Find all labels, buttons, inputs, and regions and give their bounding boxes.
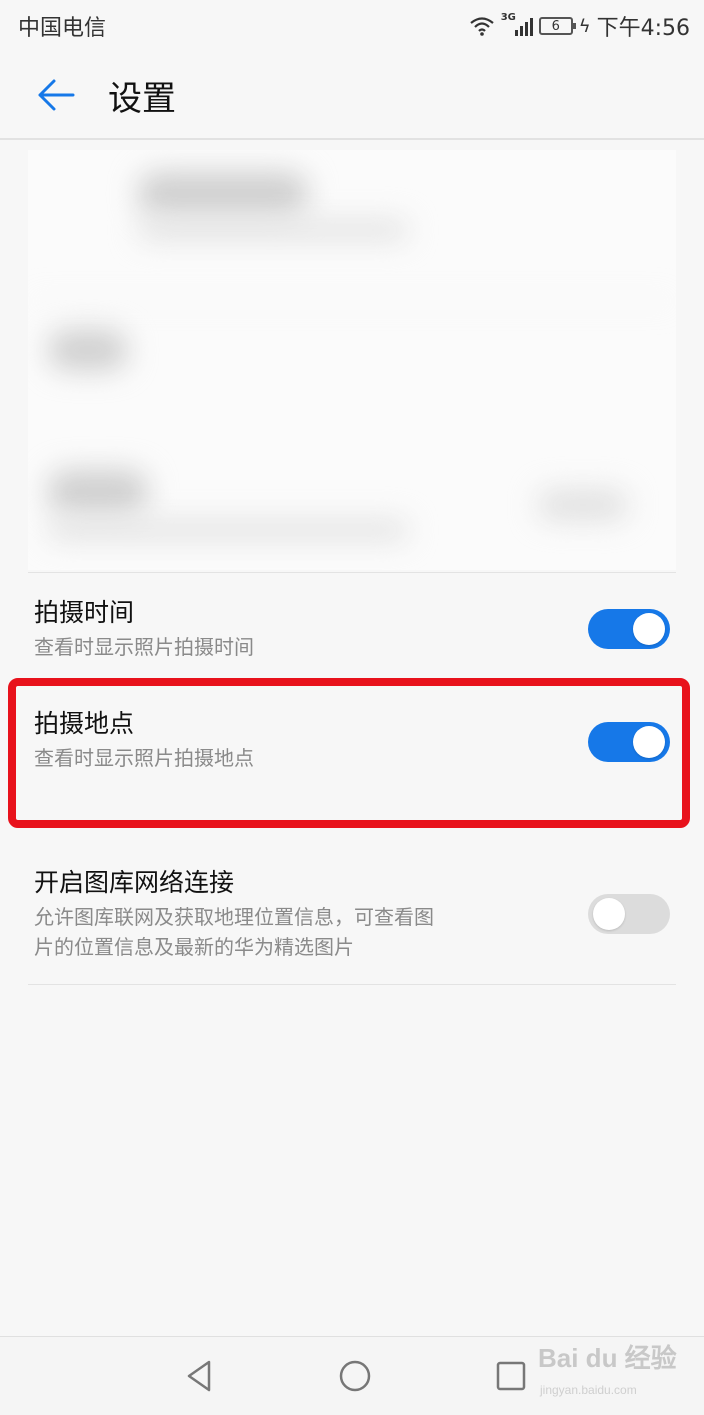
setting-title: 开启图库网络连接 xyxy=(34,868,235,897)
back-arrow-icon xyxy=(38,79,75,111)
toggle-knob xyxy=(593,898,625,930)
setting-row-gallery-network[interactable]: 开启图库网络连接 允许图库联网及获取地理位置信息，可查看图 片的位置信息及最新的… xyxy=(34,866,674,962)
cell-signal-icon: 3G xyxy=(501,12,533,36)
status-bar: 中国电信 3G 6 ϟ 下午4:56 xyxy=(0,0,704,52)
setting-row-capture-time[interactable]: 拍摄时间 查看时显示照片拍摄时间 xyxy=(34,596,674,662)
carrier-label: 中国电信 xyxy=(18,16,107,41)
highlight-box xyxy=(8,678,690,828)
wifi-icon xyxy=(470,17,494,36)
setting-subtitle-line1: 允许图库联网及获取地理位置信息，可查看图 xyxy=(34,905,434,929)
charging-icon: ϟ xyxy=(578,15,591,37)
divider xyxy=(28,984,676,985)
circle-home-icon xyxy=(339,1360,371,1392)
watermark-logo: Bai du 经验 xyxy=(538,1343,677,1373)
back-button[interactable] xyxy=(16,51,96,139)
nav-home-button[interactable] xyxy=(330,1355,380,1397)
battery-level: 6 xyxy=(551,18,560,34)
clock: 下午4:56 xyxy=(596,16,690,41)
divider xyxy=(28,572,676,573)
network-type-label: 3G xyxy=(500,12,516,23)
status-icons: 3G 6 ϟ 下午4:56 xyxy=(469,10,690,42)
setting-title: 拍摄时间 xyxy=(34,598,135,627)
page-title: 设置 xyxy=(108,78,176,119)
gallery-network-toggle[interactable] xyxy=(588,894,670,934)
nav-recents-button[interactable] xyxy=(486,1355,536,1397)
blurred-settings-section xyxy=(28,150,676,570)
square-recents-icon xyxy=(496,1361,526,1391)
battery-icon: 6 xyxy=(538,17,576,35)
app-bar: 设置 xyxy=(0,52,704,140)
triangle-back-icon xyxy=(187,1360,211,1392)
nav-back-button[interactable] xyxy=(174,1355,224,1397)
setting-subtitle-line2: 片的位置信息及最新的华为精选图片 xyxy=(34,935,354,959)
toggle-knob xyxy=(633,613,665,645)
capture-time-toggle[interactable] xyxy=(588,609,670,649)
watermark-url: jingyan.baidu.com xyxy=(540,1383,637,1397)
setting-subtitle: 查看时显示照片拍摄时间 xyxy=(34,635,254,659)
